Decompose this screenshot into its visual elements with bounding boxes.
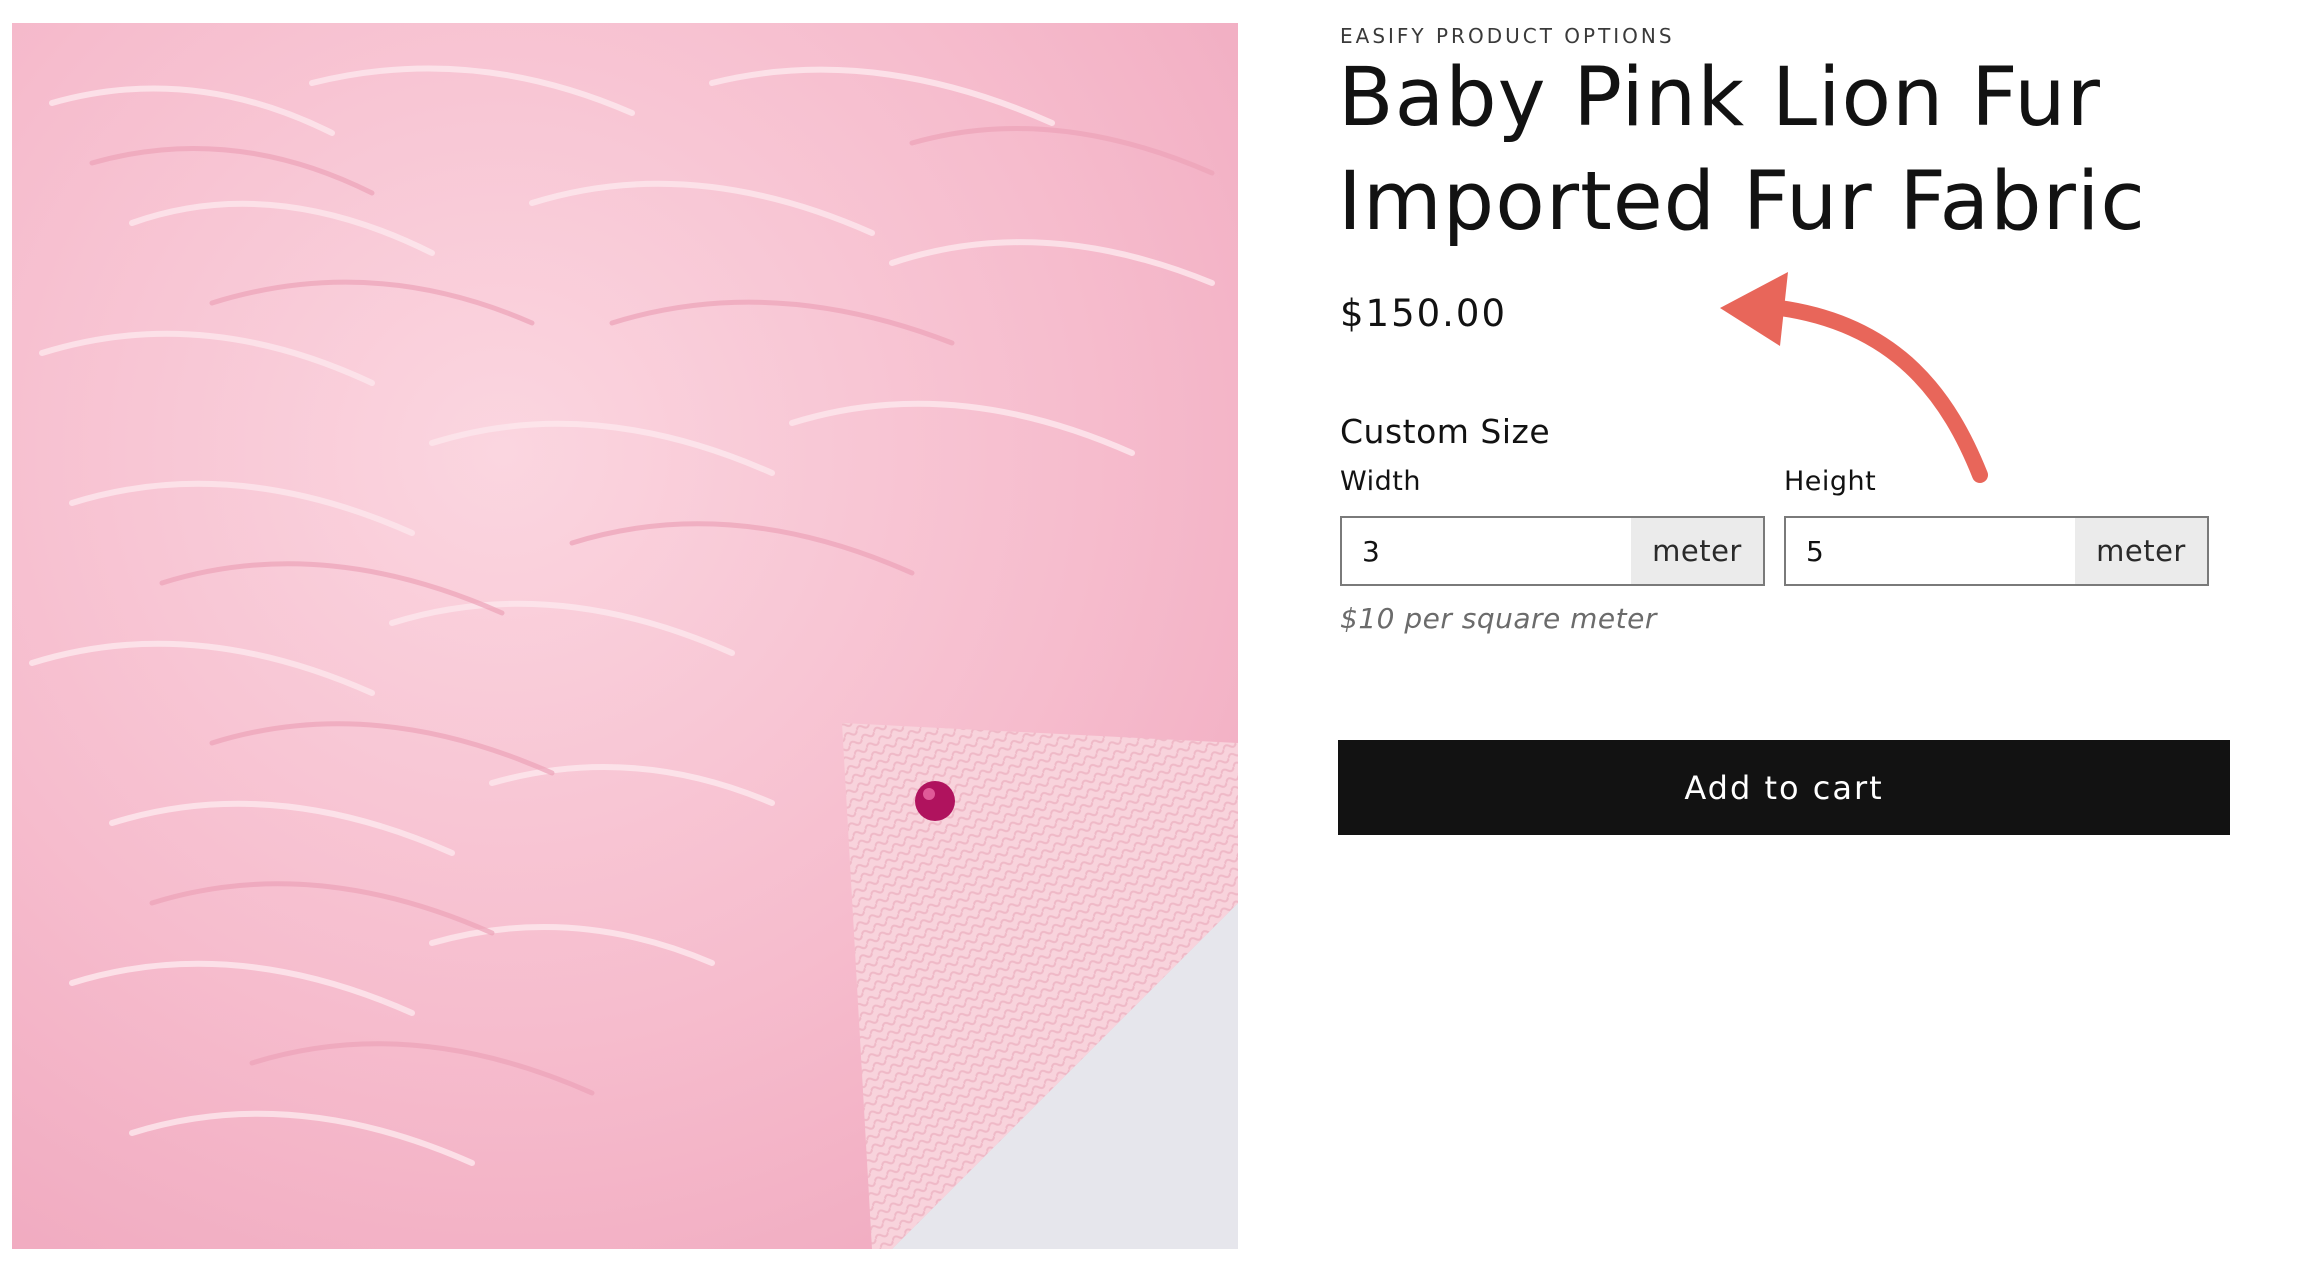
width-input-group: meter bbox=[1340, 516, 1765, 586]
product-title: Baby Pink Lion Fur Imported Fur Fabric bbox=[1338, 46, 2238, 254]
custom-size-title: Custom Size bbox=[1340, 412, 1551, 451]
product-vendor: EASIFY PRODUCT OPTIONS bbox=[1340, 24, 1675, 48]
product-price: $150.00 bbox=[1340, 292, 1508, 335]
width-input[interactable] bbox=[1342, 518, 1631, 584]
product-title-line-1: Baby Pink Lion Fur bbox=[1338, 51, 2101, 145]
width-unit: meter bbox=[1631, 518, 1763, 584]
fur-fabric-illustration bbox=[12, 23, 1238, 1249]
pin-head bbox=[915, 781, 955, 821]
height-input[interactable] bbox=[1786, 518, 2075, 584]
add-to-cart-button[interactable]: Add to cart bbox=[1338, 740, 2230, 835]
width-label: Width bbox=[1340, 466, 1421, 497]
product-title-line-2: Imported Fur Fabric bbox=[1338, 155, 2146, 249]
height-input-group: meter bbox=[1784, 516, 2209, 586]
height-unit: meter bbox=[2075, 518, 2207, 584]
product-image[interactable] bbox=[12, 23, 1238, 1249]
price-per-unit-help: $10 per square meter bbox=[1340, 602, 1657, 635]
height-label: Height bbox=[1784, 466, 1877, 497]
